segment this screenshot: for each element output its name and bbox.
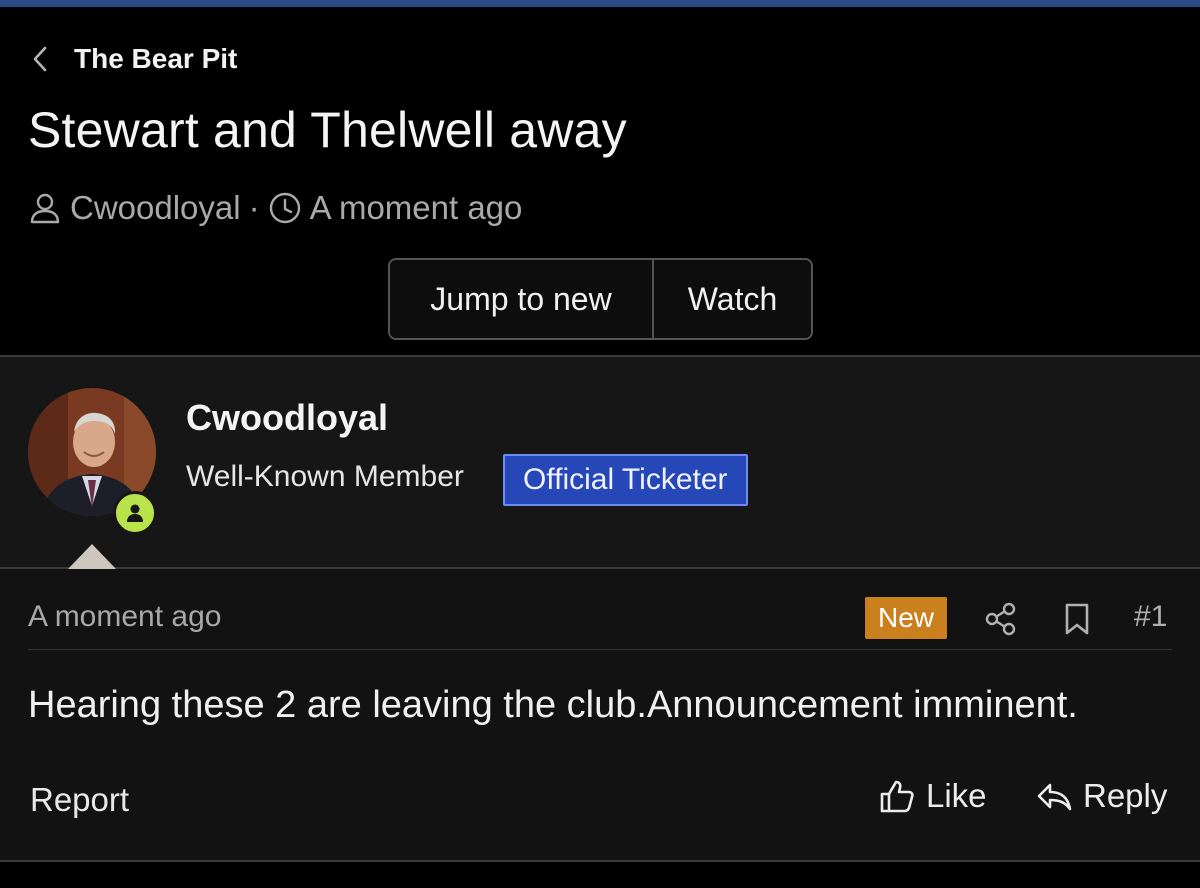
jump-to-new-button[interactable]: Jump to new	[390, 260, 654, 338]
bookmark-icon[interactable]	[1063, 601, 1091, 642]
post-body: Hearing these 2 are leaving the club.Ann…	[28, 684, 1078, 726]
thread-header: The Bear Pit Stewart and Thelwell away C…	[0, 7, 1200, 355]
post-container: Cwoodloyal Well-Known Member Official Ti…	[0, 355, 1200, 888]
like-label: Like	[926, 777, 987, 814]
thread-time[interactable]: A moment ago	[310, 189, 523, 227]
reply-icon	[1037, 783, 1072, 811]
user-icon	[30, 193, 60, 224]
share-icon[interactable]	[984, 601, 1018, 642]
reply-button[interactable]: Reply	[1035, 777, 1167, 815]
thread-meta: Cwoodloyal · A moment ago	[28, 189, 522, 227]
user-banner-badge: Official Ticketer	[503, 454, 748, 506]
meta-separator: ·	[248, 189, 260, 226]
user-role: Well-Known Member	[186, 460, 464, 493]
top-accent-bar	[0, 0, 1200, 7]
post-username[interactable]: Cwoodloyal	[186, 397, 388, 439]
breadcrumb-back-link[interactable]: The Bear Pit	[30, 43, 237, 75]
post-pointer-arrow	[68, 544, 116, 569]
thread-action-buttons: Jump to new Watch	[388, 258, 813, 340]
report-link[interactable]: Report	[30, 781, 129, 819]
thumbs-up-icon	[880, 780, 914, 813]
post-time[interactable]: A moment ago	[28, 600, 221, 634]
post-meta-divider	[28, 649, 1172, 650]
watch-button[interactable]: Watch	[654, 260, 811, 338]
like-button[interactable]: Like	[878, 777, 987, 815]
new-badge: New	[865, 597, 947, 639]
reply-label: Reply	[1083, 777, 1168, 814]
thread-author[interactable]: Cwoodloyal	[70, 189, 241, 227]
page-bottom-strip	[0, 862, 1200, 888]
chevron-left-icon	[33, 46, 47, 72]
post-user-section: Cwoodloyal Well-Known Member Official Ti…	[0, 357, 1200, 569]
thread-title: Stewart and Thelwell away	[28, 102, 627, 158]
breadcrumb-forum-label: The Bear Pit	[74, 43, 238, 74]
online-status-icon	[113, 491, 157, 535]
post-number-link[interactable]: #1	[1134, 600, 1167, 634]
clock-icon	[269, 192, 300, 224]
